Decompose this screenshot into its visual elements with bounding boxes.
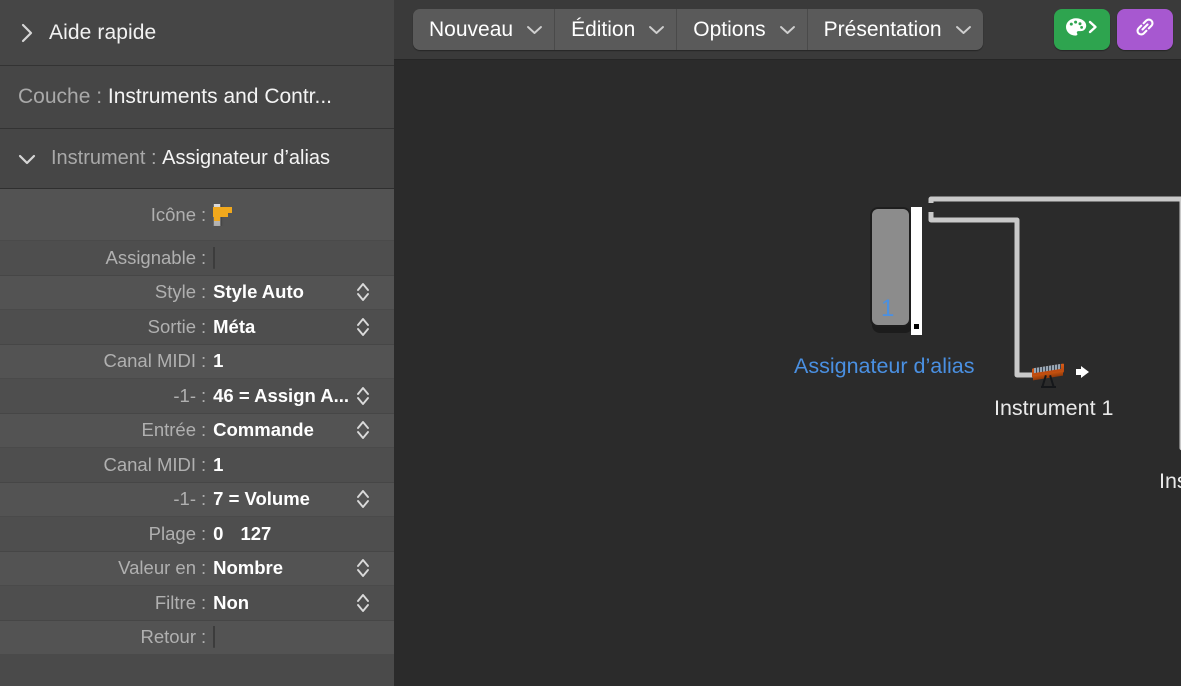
object-number: 1 [881, 295, 894, 323]
layer-value[interactable]: Instruments and Contr... [108, 85, 332, 109]
instrument-2-label[interactable]: Instrument 2 [1159, 469, 1181, 494]
quick-help-header[interactable]: Aide rapide [0, 0, 394, 66]
layer-colon: : [90, 85, 108, 109]
param-label: Filtre [0, 592, 196, 614]
param-row-entree[interactable]: Entrée : Commande [0, 414, 394, 449]
plage-max[interactable]: 127 [240, 523, 271, 544]
plage-min[interactable]: 0 [213, 523, 223, 544]
layer-row[interactable]: Couche : Instruments and Contr... [0, 66, 394, 129]
param-row-sortie[interactable]: Sortie : Méta [0, 310, 394, 345]
param-colon: : [196, 385, 213, 407]
alias-assigner-object[interactable]: 1 [870, 207, 922, 335]
output-port-1[interactable] [912, 209, 921, 219]
entree-stepper[interactable] [350, 416, 376, 444]
cable-layer [394, 0, 1181, 686]
param-row-retour[interactable]: Retour : [0, 621, 394, 656]
param-row-minus1-out[interactable]: -1- : 46 = Assign A... [0, 379, 394, 414]
param-value[interactable]: Commande [213, 419, 350, 441]
chevron-right-icon[interactable] [14, 20, 40, 46]
param-colon: : [196, 592, 213, 614]
keyboard-stand-foot [1041, 386, 1056, 388]
param-colon: : [196, 523, 213, 545]
style-stepper[interactable] [350, 278, 376, 306]
valeur-en-stepper[interactable] [350, 554, 376, 582]
param-colon: : [196, 350, 213, 372]
output-port-5[interactable] [912, 269, 921, 279]
instrument-colon: : [145, 147, 162, 170]
param-value[interactable]: 7 = Volume [213, 488, 350, 510]
chevron-down-icon[interactable] [14, 146, 40, 172]
alias-assigner-label[interactable]: Assignateur d’alias [794, 354, 974, 379]
minus1-in-stepper[interactable] [350, 485, 376, 513]
filtre-stepper[interactable] [350, 589, 376, 617]
input-port[interactable] [911, 321, 922, 332]
param-colon: : [196, 626, 213, 648]
object-body[interactable]: 1 [870, 207, 911, 327]
param-row-icone[interactable]: Icône : [0, 189, 394, 241]
param-colon: : [196, 204, 213, 226]
param-label: Canal MIDI [0, 350, 196, 372]
param-row-canal-midi-in[interactable]: Canal MIDI : 1 [0, 448, 394, 483]
param-label: Entrée [0, 419, 196, 441]
param-colon: : [196, 488, 213, 510]
parameter-list: Icône : Assignable : [0, 189, 394, 655]
param-row-minus1-in[interactable]: -1- : 7 = Volume [0, 483, 394, 518]
param-label: Plage [0, 523, 196, 545]
instrument-value: Assignateur d’alias [162, 147, 330, 170]
param-row-plage[interactable]: Plage : 0 127 [0, 517, 394, 552]
param-colon: : [196, 281, 213, 303]
param-label: -1- [0, 488, 196, 510]
sortie-stepper[interactable] [350, 313, 376, 341]
environment-window: Aide rapide Couche : Instruments and Con… [0, 0, 1181, 686]
param-label: Valeur en [0, 557, 196, 579]
output-port-4[interactable] [912, 254, 921, 264]
output-port-3[interactable] [912, 239, 921, 249]
instrument-label: Instrument [51, 147, 145, 170]
param-label: Assignable [0, 247, 196, 269]
param-value-group: 0 127 [213, 523, 394, 545]
param-value[interactable]: 46 = Assign A... [213, 385, 350, 407]
param-label: Style [0, 281, 196, 303]
retour-checkbox[interactable] [213, 626, 215, 648]
instrument-header[interactable]: Instrument : Assignateur d’alias [0, 129, 394, 189]
param-colon: : [196, 316, 213, 338]
param-value[interactable] [213, 204, 394, 226]
param-row-style[interactable]: Style : Style Auto [0, 276, 394, 311]
param-value[interactable]: Style Auto [213, 281, 350, 303]
minus1-out-stepper[interactable] [350, 382, 376, 410]
param-row-assignable[interactable]: Assignable : [0, 241, 394, 276]
param-colon: : [196, 247, 213, 269]
param-value[interactable]: Nombre [213, 557, 350, 579]
output-port-2[interactable] [912, 224, 921, 234]
param-row-canal-midi-out[interactable]: Canal MIDI : 1 [0, 345, 394, 380]
param-label: Retour [0, 626, 196, 648]
param-value[interactable] [213, 626, 394, 648]
instrument-1-label[interactable]: Instrument 1 [994, 396, 1114, 421]
param-colon: : [196, 557, 213, 579]
param-row-valeur-en[interactable]: Valeur en : Nombre [0, 552, 394, 587]
param-value[interactable] [213, 247, 394, 269]
param-row-filtre[interactable]: Filtre : Non [0, 586, 394, 621]
param-value[interactable]: 1 [213, 350, 394, 372]
param-label: -1- [0, 385, 196, 407]
inspector-sidebar: Aide rapide Couche : Instruments and Con… [0, 0, 394, 686]
param-label: Sortie [0, 316, 196, 338]
environment-canvas: Nouveau Édition Options [394, 0, 1181, 686]
param-value[interactable]: Méta [213, 316, 350, 338]
param-value[interactable]: Non [213, 592, 350, 614]
quick-help-title: Aide rapide [49, 21, 156, 45]
assignable-checkbox[interactable] [213, 247, 215, 269]
param-colon: : [196, 419, 213, 441]
icon-well[interactable] [213, 204, 221, 226]
param-value[interactable]: 1 [213, 454, 394, 476]
param-colon: : [196, 454, 213, 476]
layer-label: Couche [18, 85, 90, 109]
param-label: Icône [0, 204, 196, 226]
param-label: Canal MIDI [0, 454, 196, 476]
instrument-1-icon[interactable] [1032, 362, 1066, 388]
